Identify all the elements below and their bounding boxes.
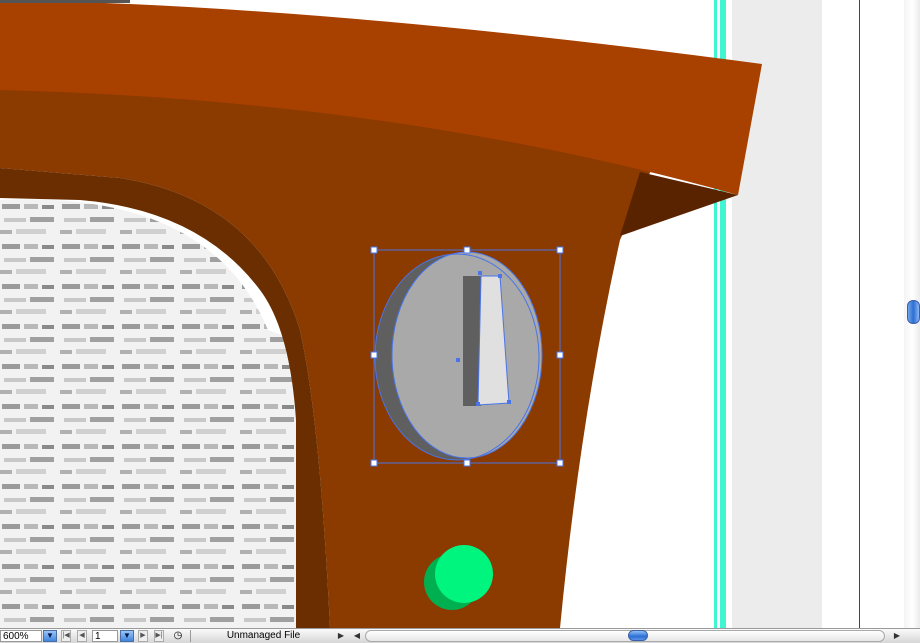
status-text: Unmanaged File xyxy=(190,630,336,642)
horizontal-scroll-track[interactable] xyxy=(365,630,885,642)
horizontal-scroll-thumb[interactable] xyxy=(628,630,648,641)
clock-icon[interactable]: ◷ xyxy=(172,630,184,642)
status-bar: 600% ▼ |◀ ◀ 1 ▼ ▶ ▶| ◷ Unmanaged File ▶ … xyxy=(0,628,920,643)
vertical-scroll-thumb[interactable] xyxy=(907,300,920,324)
last-page-icon[interactable]: ▶| xyxy=(154,630,164,642)
led-light xyxy=(435,545,493,603)
status-menu-icon[interactable]: ▶ xyxy=(336,630,346,642)
zoom-field[interactable]: 600% xyxy=(0,630,42,642)
artwork xyxy=(0,0,822,628)
scroll-right-icon[interactable]: ▶ xyxy=(892,630,902,642)
artboard-canvas[interactable] xyxy=(0,0,859,628)
scroll-left-icon[interactable]: ◀ xyxy=(352,630,362,642)
zoom-dropdown-icon[interactable]: ▼ xyxy=(43,630,57,642)
page-field[interactable]: 1 xyxy=(92,630,118,642)
next-page-icon[interactable]: ▶ xyxy=(138,630,148,642)
first-page-icon[interactable]: |◀ xyxy=(61,630,71,642)
previous-page-icon[interactable]: ◀ xyxy=(77,630,87,642)
page-dropdown-icon[interactable]: ▼ xyxy=(120,630,134,642)
vertical-scrollbar[interactable] xyxy=(859,0,920,628)
